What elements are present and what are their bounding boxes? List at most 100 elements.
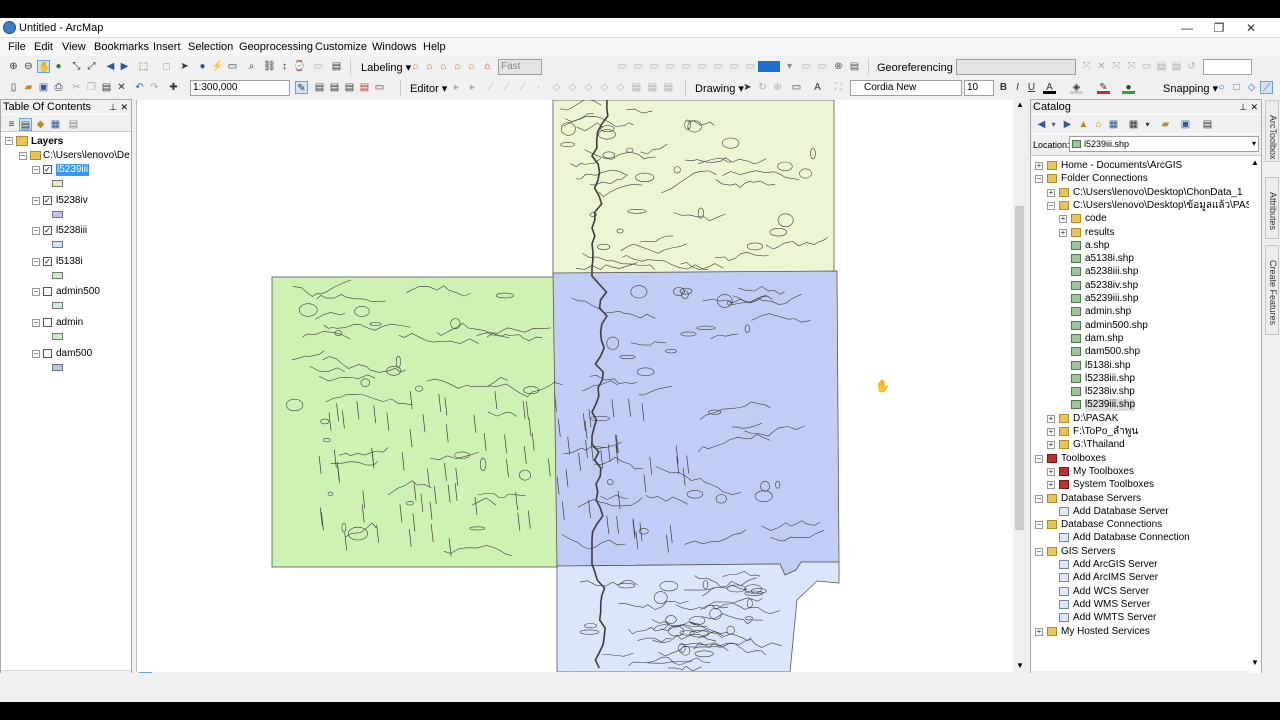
layer-symbol[interactable] <box>52 271 63 279</box>
editor-toolbar-icon[interactable]: ✎ <box>295 81 308 94</box>
font-size-combo[interactable]: 10 <box>964 80 994 96</box>
rotate-edit-icon[interactable]: ◇ <box>614 81 627 94</box>
layer-visibility-checkbox[interactable] <box>43 287 52 297</box>
georef-rotate-icon[interactable]: ✕ <box>1095 60 1108 73</box>
straight-segment-icon[interactable]: ⟋ <box>484 81 497 94</box>
binoculars-icon[interactable]: ⊗ <box>832 60 845 73</box>
map-vscroll-thumb[interactable] <box>1015 206 1024 530</box>
rotate-icon[interactable]: ↺ <box>1185 60 1198 73</box>
toc-pin-icon[interactable]: ⊥ <box>109 100 117 114</box>
layer-expander[interactable]: − <box>32 196 40 205</box>
layout-zoom-icon[interactable]: ▭ <box>616 60 629 73</box>
catalog-item-label[interactable]: l5238iii.shp <box>1085 373 1135 385</box>
map-scroll-down-icon[interactable]: ▼ <box>1016 661 1024 670</box>
zoom-out-icon[interactable]: ⊖ <box>22 60 35 73</box>
data-frame-path[interactable]: C:\Users\lenovo\De <box>43 150 130 162</box>
catalog-item-label[interactable]: My Toolboxes <box>1073 466 1134 478</box>
layout-change-icon[interactable]: ▭ <box>744 60 757 73</box>
toolbar-options-icon[interactable]: ▤ <box>330 60 343 73</box>
catalog-item-label[interactable]: Add WMS Server <box>1073 599 1150 611</box>
layer-visibility-checkbox[interactable] <box>43 318 52 327</box>
rotation-input[interactable] <box>1203 59 1252 75</box>
go-to-xy-icon[interactable]: ⛓ <box>263 60 276 73</box>
connect-folder-icon[interactable]: ▦ <box>1107 118 1120 131</box>
layer-expander[interactable]: − <box>32 349 40 358</box>
viewer-icon[interactable]: ▤ <box>1170 60 1183 73</box>
layer-expander[interactable]: − <box>32 288 40 297</box>
arctoolbox-side-tab[interactable]: ArcToolbox <box>1265 100 1279 162</box>
fill-dropdown-icon[interactable]: ▾ <box>783 60 796 73</box>
catalog-expander[interactable]: + <box>1035 627 1043 636</box>
frame-expander[interactable]: − <box>19 152 27 160</box>
catalog-scroll-down-icon[interactable]: ▼ <box>1251 658 1259 667</box>
catalog-pin-icon[interactable]: ⊥ <box>1239 100 1247 114</box>
catalog-item-label[interactable]: dam500.shp <box>1085 346 1140 358</box>
attributes-side-tab[interactable]: Attributes <box>1265 177 1279 239</box>
toc-window-icon[interactable]: ▤ <box>313 81 326 94</box>
catalog-item-label[interactable]: F:\ToPo_ลำพูน <box>1073 426 1138 438</box>
layout-forward-icon[interactable]: ▭ <box>696 60 709 73</box>
layer-name[interactable]: l5239iii <box>56 164 90 176</box>
lock-labels-icon[interactable]: ⌂ <box>423 60 436 73</box>
redo-icon[interactable]: ↷ <box>148 81 161 94</box>
restore-button[interactable]: ❐ <box>1209 20 1229 36</box>
catalog-expander[interactable]: − <box>1035 175 1043 184</box>
catalog-item-label[interactable]: a5239iii.shp <box>1085 293 1138 305</box>
find-icon[interactable]: ⌕ <box>245 60 258 73</box>
catalog-forward-icon[interactable]: ▶ <box>1061 118 1074 131</box>
label-weight-icon[interactable]: ⌂ <box>465 60 478 73</box>
catalog-expander[interactable]: + <box>1047 414 1055 423</box>
catalog-item-label[interactable]: a.shp <box>1085 240 1109 252</box>
layer-symbol[interactable] <box>52 363 63 371</box>
catalog-item-label[interactable]: l5138i.shp <box>1085 360 1131 372</box>
layout-toggle-icon[interactable]: ▭ <box>728 60 741 73</box>
layer-expander[interactable]: − <box>32 227 40 236</box>
line-color-icon[interactable]: ✎ <box>1097 81 1110 94</box>
menu-bookmarks[interactable]: Bookmarks <box>94 41 149 53</box>
home-folder-icon[interactable]: ⌂ <box>1092 118 1105 131</box>
layers-expander[interactable]: − <box>5 137 13 145</box>
create-features-side-tab[interactable]: Create Features <box>1265 245 1279 335</box>
catalog-close-icon[interactable]: ✕ <box>1250 100 1258 114</box>
catalog-item-label[interactable]: D:\PASAK <box>1073 413 1118 425</box>
fill-color-icon[interactable]: ◈ <box>1070 81 1083 94</box>
print-icon[interactable]: ▤ <box>848 60 861 73</box>
catalog-vscroll[interactable]: ▲ ▼ <box>1249 158 1261 685</box>
layout-zoom-whole-icon[interactable]: ▭ <box>712 60 725 73</box>
label-manager-icon[interactable]: ⌂ <box>409 60 422 73</box>
catalog-item-label[interactable]: Home - Documents\ArcGIS <box>1061 160 1182 172</box>
catalog-item-label[interactable]: Add Database Server <box>1073 506 1169 518</box>
snapping-menu[interactable]: Snapping ▾ <box>1163 82 1218 95</box>
location-dropdown-icon[interactable]: ▾ <box>1252 137 1256 151</box>
editor-menu[interactable]: Editor ▾ <box>410 82 447 95</box>
catalog-item-label[interactable]: admin.shp <box>1085 306 1131 318</box>
menu-help[interactable]: Help <box>423 41 446 53</box>
catalog-item-label[interactable]: Add WMTS Server <box>1073 612 1156 624</box>
edit-annotation-icon[interactable]: ▸ <box>466 81 479 94</box>
catalog-item-label[interactable]: dam.shp <box>1085 333 1123 345</box>
catalog-view-dropdown-icon[interactable]: ▾ <box>1141 118 1154 131</box>
catalog-item-label[interactable]: l5239iii.shp <box>1085 399 1136 412</box>
layer-symbol[interactable] <box>52 241 63 249</box>
list-by-visibility-icon[interactable]: ◆ <box>34 118 47 131</box>
delete-icon[interactable]: ✕ <box>115 81 128 94</box>
close-button[interactable]: ✕ <box>1241 20 1261 36</box>
menu-selection[interactable]: Selection <box>188 41 233 53</box>
map-scroll-up-icon[interactable]: ▲ <box>1016 100 1024 109</box>
up-one-level-icon[interactable]: ▲ <box>1077 118 1090 131</box>
arctoolbox-icon[interactable]: ▤ <box>358 81 371 94</box>
text-icon[interactable]: A <box>811 81 824 94</box>
catalog-expander[interactable]: − <box>1035 494 1043 503</box>
drawing-menu[interactable]: Drawing ▾ <box>695 82 744 95</box>
catalog-item-label[interactable]: Folder Connections <box>1061 173 1148 185</box>
catalog-expander[interactable]: + <box>1035 162 1043 170</box>
rectangle-icon[interactable]: ▭ <box>790 81 803 94</box>
layer-symbol[interactable] <box>52 302 63 310</box>
map-view[interactable]: ✋ <box>136 100 1013 672</box>
catalog-item-label[interactable]: Add ArcGIS Server <box>1073 559 1157 571</box>
catalog-window-icon[interactable]: ▤ <box>328 81 341 94</box>
labeling-menu[interactable]: Labeling ▾ <box>361 61 411 74</box>
view-unplaced-icon[interactable]: ⌂ <box>451 60 464 73</box>
fixed-zoom-in-icon[interactable]: ⤡ <box>70 60 83 73</box>
attributes-edit-icon[interactable]: ▤ <box>630 81 643 94</box>
